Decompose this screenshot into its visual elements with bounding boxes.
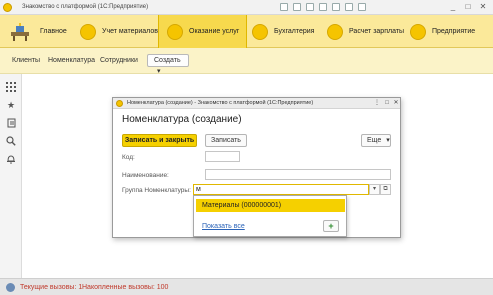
dialog-heading: Номенклатура (создание) [122, 114, 242, 125]
name-field[interactable] [205, 169, 391, 180]
section-main[interactable]: Главное [40, 15, 67, 48]
star-icon[interactable]: ★ [5, 99, 17, 111]
dropdown-arrow-icon[interactable]: ▾ [369, 184, 380, 195]
group-dropdown-list: Материалы (000000001) Показать все + [193, 195, 347, 237]
dialog-menu-icon[interactable]: ⋮ [373, 99, 381, 107]
sections-panel: Главное Учет материалов Оказание услуг Б… [0, 15, 493, 48]
left-toolbar: ★ [0, 74, 22, 278]
section-circle-icon [252, 23, 268, 40]
section-circle-icon [167, 23, 183, 40]
app-logo-icon [116, 100, 123, 107]
bell-icon[interactable] [5, 153, 17, 165]
nav-clients[interactable]: Клиенты [12, 57, 40, 64]
status-bar: Текущие вызовы: 1 Накопленные вызовы: 10… [0, 278, 493, 295]
performance-icon[interactable] [6, 283, 15, 292]
mail-icon[interactable] [345, 3, 353, 11]
section-enterprise[interactable]: Предприятие [410, 15, 475, 48]
save-icon[interactable] [293, 3, 301, 11]
accumulated-calls: Накопленные вызовы: 100 [82, 284, 169, 291]
create-button[interactable]: Создать ▾ [147, 54, 189, 75]
chevron-down-icon: ▾ [386, 137, 390, 144]
group-label: Группа Номенклатуры: [122, 187, 191, 194]
grid-icon[interactable] [5, 81, 17, 93]
history-icon[interactable] [5, 117, 17, 129]
nav-nomenclature[interactable]: Номенклатура [48, 57, 95, 64]
section-accounting[interactable]: Бухгалтерия [252, 15, 314, 48]
dialog-title-bar: Номенклатура (создание) - Знакомство с п… [113, 98, 400, 109]
section-payroll[interactable]: Расчет зарплаты [327, 15, 404, 48]
dialog-maximize-icon[interactable]: □ [383, 99, 391, 107]
title-toolbar [280, 3, 366, 11]
grid-small-icon[interactable] [280, 3, 288, 11]
dialog-window-title: Номенклатура (создание) - Знакомство с п… [127, 100, 314, 106]
nav-employees[interactable]: Сотрудники [100, 57, 138, 64]
search-icon[interactable] [5, 135, 17, 147]
code-field[interactable] [205, 151, 240, 162]
calculator-icon[interactable] [332, 3, 340, 11]
group-field[interactable]: м [193, 184, 369, 195]
show-all-link[interactable]: Показать все [202, 223, 245, 230]
code-label: Код: [122, 154, 135, 161]
navigation-panel: Клиенты Номенклатура Сотрудники Создать … [0, 48, 493, 75]
save-button[interactable]: Записать [205, 134, 247, 147]
section-services[interactable]: Оказание услуг [158, 15, 247, 48]
section-circle-icon [327, 23, 343, 40]
window-title-bar: Знакомство с платформой (1С:Предприятие)… [0, 0, 493, 15]
dropdown-item-materials[interactable]: Материалы (000000001) [196, 199, 345, 212]
close-icon[interactable]: ✕ [478, 2, 488, 12]
name-label: Наименование: [122, 172, 169, 179]
minimize-icon[interactable]: _ [448, 2, 458, 12]
info-icon[interactable] [358, 3, 366, 11]
save-and-close-button[interactable]: Записать и закрыть [122, 134, 197, 147]
add-icon[interactable]: + [323, 220, 339, 232]
current-calls: Текущие вызовы: 1 [20, 284, 83, 291]
dialog-close-icon[interactable]: ✕ [392, 99, 400, 107]
calendar-icon[interactable] [319, 3, 327, 11]
app-logo-icon [3, 3, 12, 12]
section-circle-icon [80, 23, 96, 40]
section-materials[interactable]: Учет материалов [80, 15, 158, 48]
window-title: Знакомство с платформой (1С:Предприятие) [22, 4, 149, 10]
section-circle-icon [410, 23, 426, 40]
copy-icon[interactable] [306, 3, 314, 11]
home-desk-icon[interactable] [8, 19, 32, 43]
open-link-icon[interactable]: ⧉ [380, 184, 391, 195]
more-button[interactable]: Еще ▾ [361, 134, 391, 147]
maximize-icon[interactable]: □ [463, 2, 473, 12]
